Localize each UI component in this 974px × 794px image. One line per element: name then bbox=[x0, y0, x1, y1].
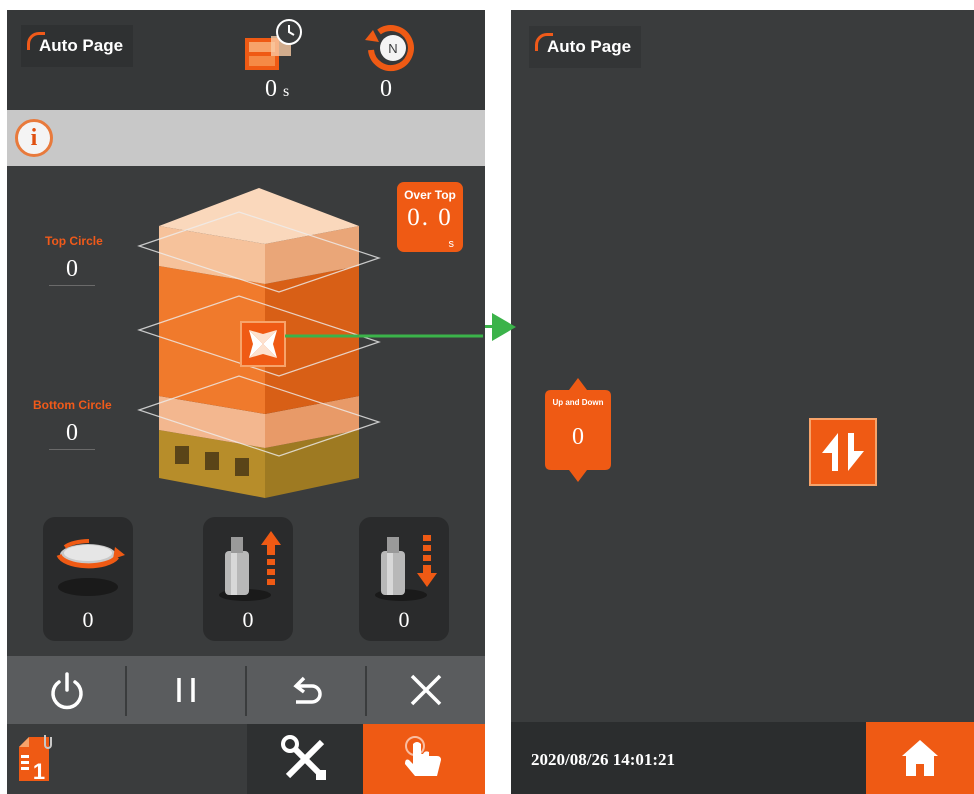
title-arc-icon bbox=[27, 32, 45, 50]
up-and-down-label: Up and Down bbox=[552, 398, 604, 407]
turntable-card[interactable]: 0 bbox=[43, 517, 133, 641]
timer-readout: 0 s bbox=[265, 76, 289, 103]
up-and-down-value: 0 bbox=[572, 424, 584, 450]
green-arrow-head-icon bbox=[492, 313, 516, 341]
count-value: 0 bbox=[380, 76, 392, 102]
wrench-screwdriver-icon bbox=[281, 735, 326, 780]
power-button[interactable] bbox=[7, 656, 126, 724]
bottom-circle-value[interactable]: 0 bbox=[49, 420, 95, 450]
hand-tap-icon bbox=[405, 736, 441, 776]
timer-unit: s bbox=[283, 83, 290, 100]
close-icon bbox=[410, 674, 441, 706]
pause-icon bbox=[176, 678, 195, 702]
document-number: 1 bbox=[33, 759, 45, 784]
home-button[interactable] bbox=[866, 722, 974, 794]
over-top-unit: s bbox=[448, 238, 455, 250]
pause-button[interactable] bbox=[126, 656, 245, 724]
carriage-down-card[interactable]: 0 bbox=[359, 517, 449, 641]
top-circle-value[interactable]: 0 bbox=[49, 256, 95, 286]
carriage-down-value: 0 bbox=[398, 607, 410, 632]
home-icon bbox=[902, 740, 938, 776]
undo-icon bbox=[292, 676, 322, 704]
up-down-arrows-icon bbox=[822, 433, 864, 471]
tools-button[interactable] bbox=[247, 724, 363, 794]
green-arrow-connector bbox=[485, 325, 495, 328]
document-button[interactable]: 1 bbox=[7, 724, 67, 794]
bottom-nav: 1 bbox=[7, 724, 485, 794]
page-title: Auto Page bbox=[529, 26, 642, 68]
carriage-up-card[interactable]: 0 bbox=[203, 517, 293, 641]
timer-value: 0 bbox=[265, 76, 277, 102]
header: Auto Page 0 s N 0 bbox=[7, 10, 485, 110]
page-title-text: Auto Page bbox=[39, 36, 124, 55]
up-down-toggle-button[interactable] bbox=[809, 418, 877, 486]
power-icon bbox=[50, 672, 83, 710]
cycle-count-icon: N bbox=[365, 25, 414, 72]
wrap-timer-icon bbox=[245, 19, 302, 70]
datetime: 2020/08/26 14:01:21 bbox=[531, 750, 676, 769]
title-arc-icon bbox=[535, 33, 553, 51]
page-title-text: Auto Page bbox=[547, 37, 632, 56]
bottom-circle-label: Bottom Circle bbox=[33, 398, 112, 412]
auto-page-left-panel: Auto Page 0 s N 0 i Top Circle 0 Bottom … bbox=[7, 10, 485, 794]
info-bar: i bbox=[7, 110, 485, 166]
over-top-value: 0. 0 bbox=[407, 204, 453, 231]
document-icon: 1 bbox=[19, 735, 52, 784]
over-top-label: Over Top bbox=[404, 188, 456, 202]
page-title: Auto Page bbox=[21, 25, 134, 67]
carriage-down-icon bbox=[375, 535, 437, 601]
turntable-value: 0 bbox=[82, 607, 94, 632]
status-bar: 2020/08/26 14:01:21 bbox=[511, 722, 974, 794]
count-icon-letter: N bbox=[388, 41, 397, 56]
turntable-rotate-icon bbox=[56, 539, 125, 596]
manual-hand-button[interactable] bbox=[363, 724, 485, 794]
undo-button[interactable] bbox=[246, 656, 365, 724]
up-and-down-box[interactable]: Up and Down 0 bbox=[543, 376, 613, 482]
top-circle-label: Top Circle bbox=[45, 234, 103, 248]
info-icon[interactable]: i bbox=[15, 119, 53, 157]
carriage-up-value: 0 bbox=[242, 607, 254, 632]
close-button[interactable] bbox=[366, 656, 485, 724]
control-toolbar bbox=[7, 656, 485, 724]
carriage-up-icon bbox=[219, 531, 281, 601]
auto-page-right-panel: Auto Page Up and Down 0 2020/08/26 14:01… bbox=[511, 10, 974, 794]
over-top-box[interactable]: Over Top 0. 0 s bbox=[397, 182, 463, 252]
